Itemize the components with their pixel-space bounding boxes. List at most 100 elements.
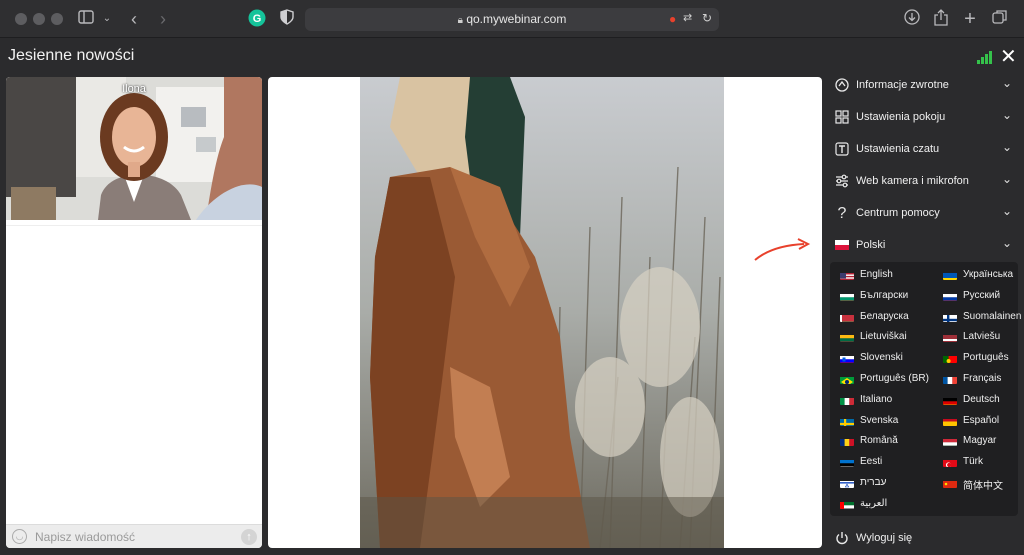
grammarly-letter: G: [253, 13, 262, 25]
language-name: Latviešu: [963, 331, 1000, 342]
flag-pt-icon: [943, 353, 957, 363]
webcam-image: [6, 77, 262, 220]
flag-ae-icon: [840, 499, 854, 509]
flag-ro-icon: [840, 436, 854, 446]
flag-ua-icon: [943, 270, 957, 280]
menu-chat-settings[interactable]: Ustawienia czatu ⌄: [822, 134, 1024, 166]
language-option-by[interactable]: Беларуска: [840, 310, 940, 326]
grammarly-icon[interactable]: G: [247, 9, 267, 29]
language-name: English: [860, 269, 893, 280]
window-close-dot[interactable]: [15, 13, 27, 25]
left-column: Ilona ◡ Napisz wiadomość ↑: [6, 77, 262, 548]
flag-ru-icon: [943, 291, 957, 301]
flag-de-icon: [943, 395, 957, 405]
share-icon[interactable]: [931, 9, 951, 29]
chat-settings-icon: [834, 142, 850, 158]
language-name: Magyar: [963, 435, 996, 446]
shield-icon[interactable]: [277, 9, 297, 29]
language-name: עברית: [860, 477, 886, 488]
menu-webcam-mic[interactable]: Web kamera i mikrofon ⌄: [822, 166, 1024, 198]
language-name: Português (BR): [860, 373, 929, 384]
chevron-down-icon: ⌄: [1002, 204, 1012, 218]
logout-button[interactable]: Wyloguj się: [822, 523, 1024, 555]
emoji-icon[interactable]: ◡: [12, 529, 27, 544]
chevron-down-icon: ⌄: [1002, 140, 1012, 154]
browser-toolbar: ⌄ ‹ › G 🔒︎ qo.mywebinar.com ● ⇄ ↻ +: [0, 0, 1024, 38]
language-list: English УкраїнськаБългарски Русский Беларус…: [830, 262, 1018, 516]
flag-fr-icon: [943, 374, 957, 384]
downloads-icon[interactable]: [902, 9, 922, 29]
language-option-de[interactable]: Deutsch: [943, 393, 1018, 409]
flag-br-icon: [840, 374, 854, 384]
language-option-it[interactable]: Italiano: [840, 393, 940, 409]
translate-icon[interactable]: ⇄: [683, 11, 692, 24]
flag-cn-icon: [943, 478, 957, 488]
back-icon[interactable]: ‹: [124, 9, 144, 29]
feedback-icon: [834, 78, 850, 94]
language-name: Deutsch: [963, 394, 1000, 405]
forward-icon[interactable]: ›: [153, 9, 173, 29]
flag-es-icon: [943, 416, 957, 426]
address-bar[interactable]: 🔒︎ qo.mywebinar.com ● ⇄ ↻: [305, 8, 719, 31]
settings-panel: Informacje zwrotne ⌄ Ustawienia pokoju ⌄…: [822, 68, 1024, 553]
menu-language[interactable]: Polski ⌄: [822, 230, 1024, 262]
language-name: Eesti: [860, 456, 882, 467]
menu-feedback[interactable]: Informacje zwrotne ⌄: [822, 70, 1024, 102]
language-option-si[interactable]: Slovenski: [840, 351, 940, 367]
language-option-pt[interactable]: Português: [943, 351, 1018, 367]
language-option-us[interactable]: English: [840, 268, 940, 284]
chevron-down-icon: ⌄: [1002, 76, 1012, 90]
tab-overview-icon[interactable]: [990, 9, 1010, 29]
language-name: Svenska: [860, 415, 898, 426]
flag-ee-icon: [840, 457, 854, 467]
flag-hu-icon: [943, 436, 957, 446]
menu-help-center[interactable]: ? Centrum pomocy ⌄: [822, 198, 1024, 230]
reload-icon[interactable]: ↻: [702, 11, 712, 25]
flag-fi-icon: [943, 312, 957, 322]
language-option-fi[interactable]: Suomalainen: [943, 310, 1018, 326]
chevron-down-icon: ⌄: [1002, 172, 1012, 186]
window-minimize-dot[interactable]: [33, 13, 45, 25]
language-option-bg[interactable]: Български: [840, 289, 940, 305]
language-option-ru[interactable]: Русский: [943, 289, 1018, 305]
window-zoom-dot[interactable]: [51, 13, 63, 25]
chat-placeholder: Napisz wiadomość: [35, 530, 135, 544]
language-option-se[interactable]: Svenska: [840, 414, 940, 430]
room-settings-icon: [834, 110, 850, 126]
language-option-br[interactable]: Português (BR): [840, 372, 940, 388]
language-name: 简体中文: [963, 477, 1003, 492]
language-option-es[interactable]: Español: [943, 414, 1018, 430]
flag-it-icon: [840, 395, 854, 405]
language-name: Suomalainen: [963, 311, 1021, 322]
room-title: Jesienne nowości: [8, 47, 134, 65]
connection-signal-icon: [977, 50, 993, 64]
chat-input[interactable]: ◡ Napisz wiadomość ↑: [6, 524, 262, 548]
flag-pl-icon: [834, 238, 850, 254]
menu-room-settings[interactable]: Ustawienia pokoju ⌄: [822, 102, 1024, 134]
question-icon: ?: [834, 206, 850, 222]
divider: [6, 225, 262, 226]
language-option-cn[interactable]: 简体中文: [943, 476, 1018, 492]
send-icon[interactable]: ↑: [241, 529, 257, 545]
close-icon[interactable]: ✕: [1000, 44, 1017, 69]
new-tab-icon[interactable]: +: [960, 9, 980, 29]
language-option-lv[interactable]: Latviešu: [943, 330, 1018, 346]
language-option-ae[interactable]: العربية: [840, 497, 940, 513]
language-name: Русский: [963, 290, 1000, 301]
sidebar-toggle-icon[interactable]: [76, 9, 96, 29]
chevron-down-icon[interactable]: ⌄: [97, 9, 117, 29]
annotation-arrow-icon: [752, 236, 814, 264]
participant-video[interactable]: Ilona: [6, 77, 262, 220]
language-option-ro[interactable]: Română: [840, 434, 940, 450]
language-option-lt[interactable]: Lietuviškai: [840, 330, 940, 346]
language-option-fr[interactable]: Français: [943, 372, 1018, 388]
chevron-down-icon: ⌄: [1002, 108, 1012, 122]
language-option-tr[interactable]: Türk: [943, 455, 1018, 471]
flag-lt-icon: [840, 332, 854, 342]
language-name: Français: [963, 373, 1001, 384]
language-option-hu[interactable]: Magyar: [943, 434, 1018, 450]
language-option-il[interactable]: עברית: [840, 476, 940, 492]
microphone-icon[interactable]: ●: [669, 12, 676, 26]
language-option-ua[interactable]: Українська: [943, 268, 1018, 284]
language-option-ee[interactable]: Eesti: [840, 455, 940, 471]
